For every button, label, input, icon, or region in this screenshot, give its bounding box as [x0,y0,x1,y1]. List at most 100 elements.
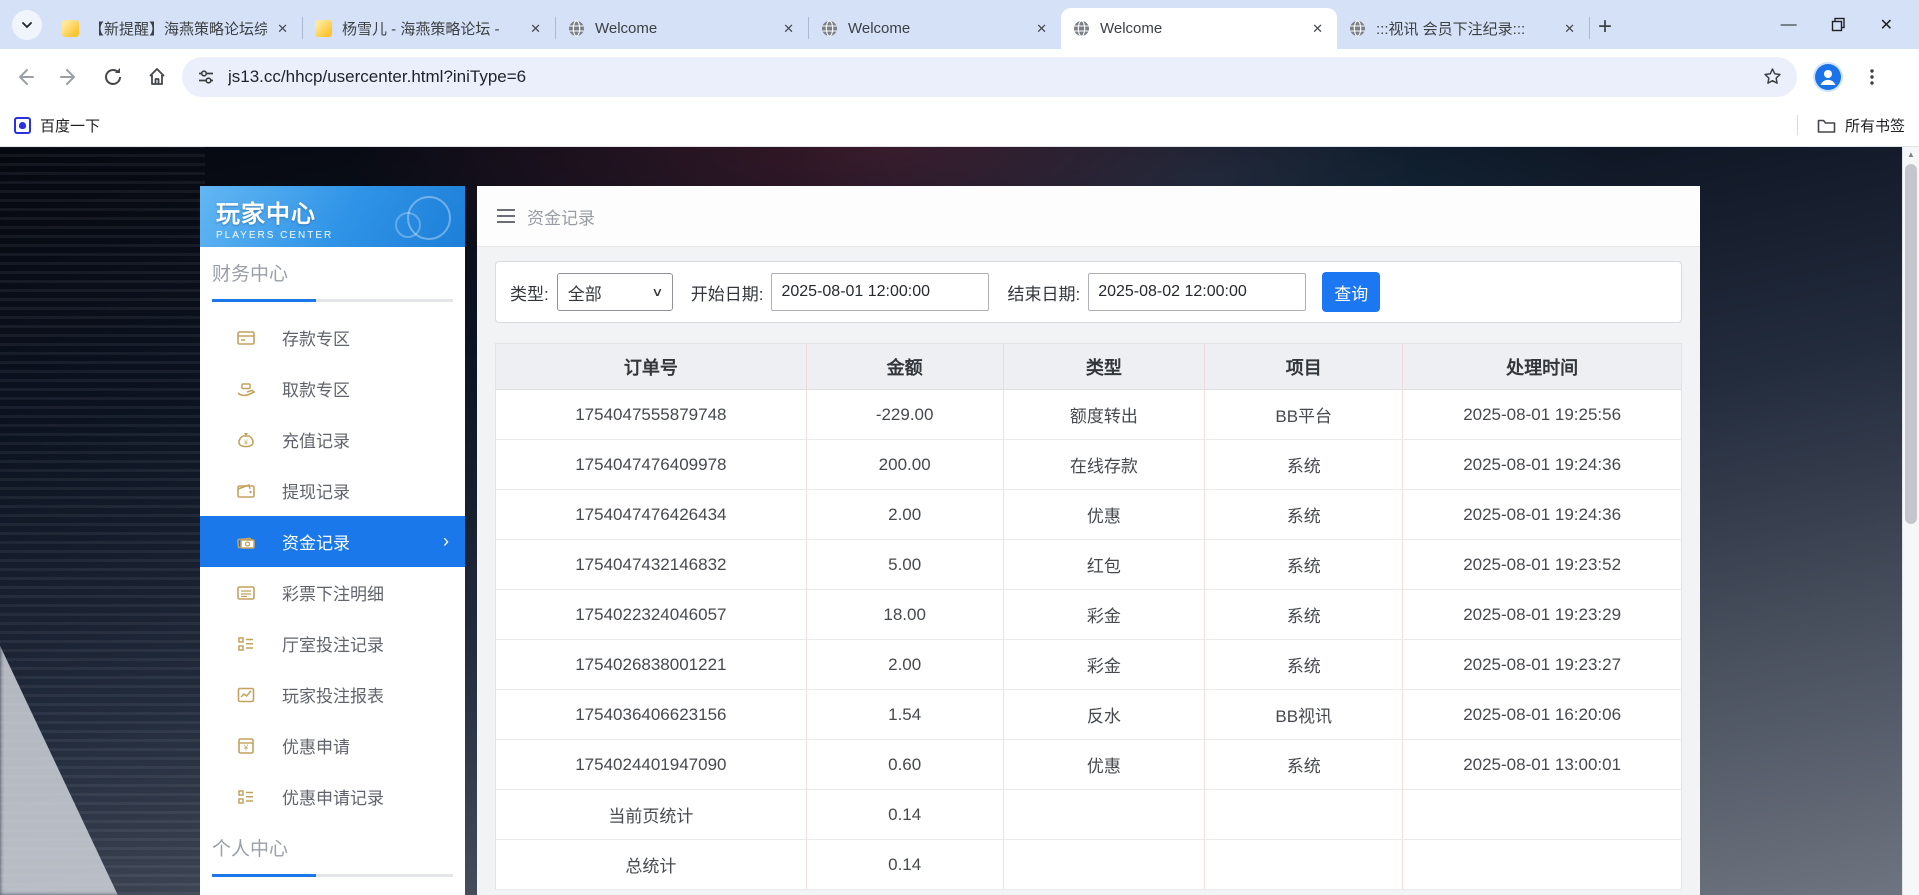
end-date-input[interactable] [1088,273,1307,311]
svg-text:¥: ¥ [243,743,249,752]
sidebar-item-玩家投注报表[interactable]: 玩家投注报表 [200,669,465,720]
restore-icon [1831,17,1845,32]
table-row: 1754024401947090 0.60 优惠 系统 2025-08-01 13:00… [495,739,1682,790]
sidebar-item-优惠申请[interactable]: ¥ 优惠申请 [200,720,465,771]
page-title: 资金记录 [527,208,595,228]
tab-close-button[interactable]: ✕ [1560,19,1579,39]
banknote-icon [236,532,256,552]
search-button[interactable]: 查询 [1322,272,1381,312]
table-cell: 1.54 [805,689,1004,740]
start-date-input[interactable] [771,273,990,311]
column-header: 金额 [805,343,1004,390]
table-cell [1204,789,1403,840]
sidebar-item-label: 存款专区 [282,330,350,349]
profile-avatar[interactable] [1813,61,1843,92]
bookmark-star-icon[interactable] [1762,66,1783,87]
section-underline [212,299,453,302]
column-header: 类型 [1002,343,1205,390]
table-cell: 2025-08-01 19:24:36 [1402,489,1682,540]
sidebar-item-label: 厅室投注记录 [282,636,384,655]
globe-icon [821,20,838,37]
hamburger-icon [497,209,515,223]
filter-bar: 类型: 全部 ∨ 开始日期: 结束日期: 查询 [495,261,1682,323]
sidebar-item-资金记录[interactable]: 资金记录 › [200,516,465,567]
bookmark-baidu[interactable]: 百度一下 [14,115,100,136]
back-icon[interactable] [14,66,36,88]
sidebar-section-label: 财务中心 [212,264,289,285]
all-bookmarks-button[interactable]: 所有书签 [1796,115,1905,136]
tab-title: 杨雪儿 - 海燕策略论坛 - [342,21,500,38]
end-date-label: 结束日期: [1007,284,1081,304]
table-cell: 系统 [1204,439,1403,490]
chevron-right-icon: › [443,531,449,551]
sidebar-item-取款专区[interactable]: 取款专区 [200,363,465,414]
tab-title: Welcome [595,20,658,37]
new-tab-button[interactable]: + [1598,15,1612,39]
table-cell: 2025-08-01 19:23:27 [1402,639,1682,690]
tab-strip: 【新提醒】海燕策略论坛综 ✕ 杨雪儿 - 海燕策略论坛 - ✕ Welcome ✕ Welc… [0,0,1919,49]
tab-close-button[interactable]: ✕ [1308,19,1327,39]
tab-close-button[interactable]: ✕ [273,19,292,39]
table-row: 1754047476426434 2.00 优惠 系统 2025-08-01 19:24… [495,489,1682,540]
reload-icon[interactable] [102,66,124,88]
svg-text:¥: ¥ [244,439,248,446]
table-cell: 额度转出 [1002,389,1205,440]
browser-tab[interactable]: 【新提醒】海燕策略论坛综 ✕ [50,8,302,49]
sidebar-item-优惠申请记录[interactable]: 优惠申请记录 [200,771,465,822]
table-cell: 总统计 [495,839,807,890]
menu-dots-icon[interactable] [1863,68,1881,86]
url-text: js13.cc/hhcp/usercenter.html?iniType=6 [228,66,527,86]
globe-icon [569,20,584,37]
maximize-button[interactable] [1831,17,1846,32]
tab-close-button[interactable]: ✕ [779,19,798,39]
all-bookmarks-label: 所有书签 [1844,117,1905,135]
sidebar-item-充值记录[interactable]: ¥ 充值记录 [200,414,465,465]
browser-tab[interactable]: Welcome ✕ [809,8,1061,49]
table-cell: 2025-08-01 19:24:36 [1402,439,1682,490]
section-underline [212,874,453,877]
browser-tab[interactable]: Welcome ✕ [556,8,808,49]
page-icon [315,20,332,37]
column-header: 订单号 [495,343,807,390]
page-scrollbar[interactable]: ▲ [1902,147,1919,895]
forward-icon[interactable] [58,66,80,88]
browser-tab[interactable]: 杨雪儿 - 海燕策略论坛 - ✕ [303,8,555,49]
tab-search-button[interactable] [12,10,42,40]
sidebar-item-厅室投注记录[interactable]: 厅室投注记录 [200,618,465,669]
table-cell: 系统 [1204,589,1403,640]
browser-tab[interactable]: :::视讯 会员下注纪录::: ✕ [1337,8,1589,49]
browser-window: 【新提醒】海燕策略论坛综 ✕ 杨雪儿 - 海燕策略论坛 - ✕ Welcome ✕ Welc… [0,0,1919,895]
table-cell: 在线存款 [1002,439,1205,490]
table-cell: 2025-08-01 13:00:01 [1402,739,1682,790]
bookmarks-bar: 百度一下 所有书签 [0,104,1919,147]
close-button[interactable]: ✕ [1880,15,1893,35]
url-bar[interactable]: js13.cc/hhcp/usercenter.html?iniType=6 [182,56,1797,97]
sidebar-item-label: 彩票下注明细 [282,585,384,604]
type-select[interactable]: 全部 ∨ [556,273,673,311]
table-cell: 反水 [1002,689,1205,740]
tab-title: Welcome [848,20,911,37]
scroll-up-arrow[interactable]: ▲ [1903,150,1919,159]
sidebar-item-提现记录[interactable]: 提现记录 [200,465,465,516]
table-cell: 红包 [1002,539,1205,590]
tab-close-button[interactable]: ✕ [1032,19,1051,39]
home-icon[interactable] [146,66,168,88]
table-cell [1402,839,1682,890]
chart-icon [236,685,256,705]
sidebar-item-存款专区[interactable]: 存款专区 [200,312,465,363]
sidebar-menu: 财务中心存款专区取款专区 ¥ 充值记录 提现记录 资金记录 › 彩票下注明细 厅室投注记录玩家… [200,247,465,877]
tab-close-button[interactable]: ✕ [526,19,545,39]
table-row: 1754047555879748 -229.00 额度转出 BB平台 2025-08-0… [495,389,1682,440]
chevron-down-icon: ∨ [651,285,664,299]
globe-icon [568,20,585,37]
table-cell: 系统 [1204,639,1403,690]
table-cell: 1754047432146832 [495,539,807,590]
table-cell: BB视讯 [1204,689,1403,740]
sidebar-item-彩票下注明细[interactable]: 彩票下注明细 [200,567,465,618]
site-info-icon[interactable] [196,67,216,87]
table-cell: -229.00 [805,389,1004,440]
table-cell: 200.00 [805,439,1004,490]
minimize-button[interactable]: — [1781,16,1797,34]
scrollbar-thumb[interactable] [1905,164,1917,524]
browser-tab-active[interactable]: Welcome ✕ [1061,8,1337,49]
